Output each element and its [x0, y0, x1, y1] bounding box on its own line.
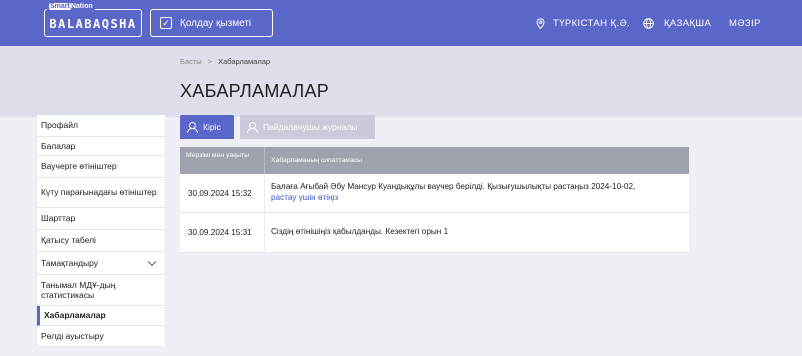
breadcrumb-separator: >	[207, 57, 213, 66]
tab-inbox[interactable]: Кіріс	[180, 115, 234, 139]
column-header-date: Мерзімі мен уақыты	[186, 152, 249, 159]
balabaqsha-logo[interactable]: SmartNation BALABAQSHA	[44, 3, 142, 37]
language-selector[interactable]: ҚАЗАҚША	[643, 0, 711, 46]
table-row: 30.09.2024 15:32 Балаға Ағыбай Әбу Мансу…	[180, 174, 689, 213]
menu-button[interactable]: МӘЗІР	[729, 0, 761, 46]
location-selector[interactable]: ТҮРКІСТАН Қ.Ә.	[536, 0, 630, 46]
top-navbar: SmartNation BALABAQSHA ✓ Қолдау қызметі …	[0, 0, 802, 46]
sidebar: Профайл Балалар Ваучерге өтініштер Күту …	[37, 115, 165, 346]
notifications-table: Мерзімі мен уақыты Хабарламаның сипаттам…	[180, 147, 689, 253]
sidebar-item-switch-role[interactable]: Рөлді ауыстыру	[37, 326, 165, 346]
sidebar-item-waiting-list[interactable]: Күту парағынадағы өтініштер	[37, 178, 165, 208]
globe-icon	[643, 17, 654, 29]
sidebar-item-profile[interactable]: Профайл	[37, 115, 165, 137]
sidebar-item-children[interactable]: Балалар	[37, 137, 165, 156]
row-description: Сіздің өтінішіңіз қабылданды. Кезектегі …	[264, 213, 689, 252]
person-icon	[187, 121, 198, 133]
row-text: Балаға Ағыбай Әбу Мансур Куандықұлы вауч…	[271, 182, 636, 192]
person-icon	[247, 121, 258, 133]
sidebar-item-contracts[interactable]: Шарттар	[37, 208, 165, 230]
support-service-button[interactable]: ✓ Қолдау қызметі	[150, 9, 273, 37]
support-service-label: Қолдау қызметі	[180, 17, 252, 29]
column-header-description: Хабарламаның сипаттамасы	[264, 147, 689, 174]
breadcrumb-home[interactable]: Басты	[180, 57, 202, 66]
sidebar-item-attendance[interactable]: Қатысу табелі	[37, 230, 165, 252]
logo-smartnation: SmartNation	[47, 3, 95, 10]
page-title: ХАБАРЛАМАЛАР	[180, 81, 330, 101]
row-description: Балаға Ағыбай Әбу Мансур Куандықұлы вауч…	[264, 174, 689, 212]
tab-user-log-label: Пайдаланушы журналы	[263, 122, 358, 132]
breadcrumb: Басты > Хабарламалар	[180, 57, 270, 66]
language-label: ҚАЗАҚША	[664, 17, 712, 29]
sidebar-item-voucher-applications[interactable]: Ваучерге өтініштер	[37, 156, 165, 178]
confirm-link[interactable]: растау үшін өтіңіз	[271, 193, 338, 202]
chevron-down-icon	[147, 257, 157, 267]
breadcrumb-current: Хабарламалар	[218, 57, 271, 66]
checkbox-icon: ✓	[160, 17, 172, 29]
logo-text: BALABAQSHA	[49, 17, 137, 31]
location-pin-icon	[536, 17, 545, 29]
sidebar-item-notifications[interactable]: Хабарламалар	[37, 306, 165, 326]
row-date: 30.09.2024 15:32	[188, 188, 252, 198]
tab-inbox-label: Кіріс	[203, 122, 221, 132]
location-label: ТҮРКІСТАН Қ.Ә.	[553, 17, 631, 29]
sidebar-item-statistics[interactable]: Танымал МДҰ-дың статистикасы	[37, 275, 165, 306]
header-band	[0, 46, 802, 117]
table-row: 30.09.2024 15:31 Сіздің өтінішіңіз қабыл…	[180, 213, 689, 253]
sidebar-item-nutrition[interactable]: Тамақтандыру	[37, 252, 165, 275]
table-header: Мерзімі мен уақыты Хабарламаның сипаттам…	[180, 147, 689, 174]
row-date: 30.09.2024 15:31	[188, 228, 252, 237]
tab-user-log[interactable]: Пайдаланушы журналы	[240, 115, 375, 139]
sidebar-item-nutrition-label: Тамақтандыру	[41, 257, 98, 268]
